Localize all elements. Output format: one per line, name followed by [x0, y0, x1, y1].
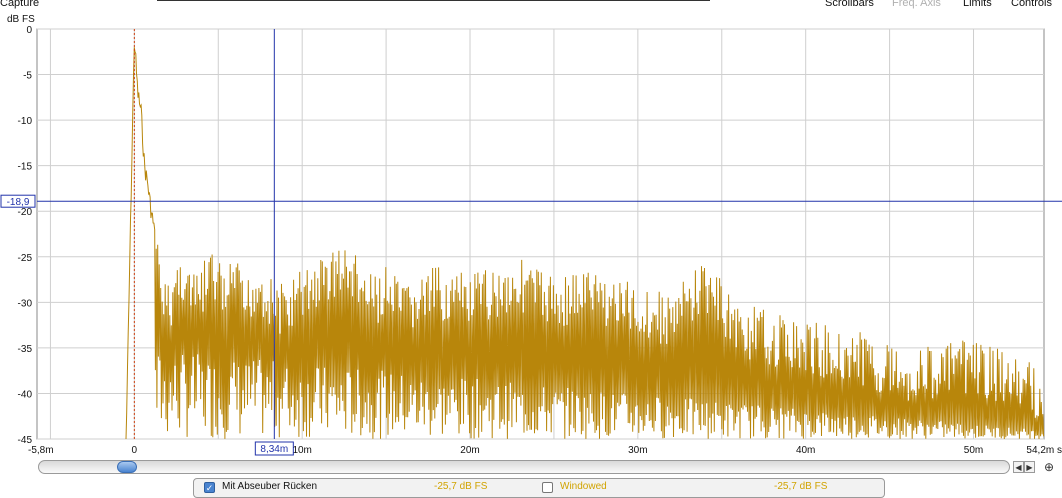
y-tick-label: -35 [18, 344, 33, 355]
windowed-value: -25,7 dB FS [774, 481, 828, 492]
mit-checkbox[interactable]: ✓ [204, 482, 215, 493]
x-tick-label: 50m [964, 445, 983, 456]
impulse-response-graph[interactable]: 0-5-10-15-20-25-30-35-40-45-5,8m 0 10m 20m 3… [0, 0, 1062, 460]
y-tick-label: -20 [18, 207, 33, 218]
x-tick-label: 30m [628, 445, 647, 456]
x-tick-label: 10m [292, 445, 311, 456]
cursor-y-readout: -18,9 [7, 197, 30, 208]
y-tick-label: -5 [23, 71, 32, 82]
x-tick-label: -5,8m [28, 445, 54, 456]
y-tick-label: -15 [18, 162, 33, 173]
mit-value: -25,7 dB FS [434, 481, 488, 492]
windowed-checkbox[interactable] [542, 482, 553, 493]
y-tick-label: -25 [18, 253, 33, 264]
horizontal-scrollbar[interactable] [38, 460, 1010, 474]
mit-label: Mit Abseuber Rücken [222, 481, 318, 492]
x-tick-label: 20m [460, 445, 479, 456]
windowed-label: Windowed [560, 481, 607, 492]
scrollbar-thumb[interactable] [117, 461, 137, 473]
scroll-left-icon[interactable]: ◀ [1013, 461, 1024, 473]
y-tick-label: -10 [18, 116, 33, 127]
cursor-x-readout: 8,34m [260, 444, 288, 455]
x-tick-label: 0 [132, 445, 138, 456]
y-tick-label: -30 [18, 298, 33, 309]
x-tick-label: 40m [796, 445, 815, 456]
scroll-right-icon[interactable]: ▶ [1024, 461, 1035, 473]
y-tick-label: 0 [26, 25, 32, 36]
zoom-in-icon[interactable]: ⊕ [1044, 460, 1054, 474]
x-tick-label: 54,2m s [1026, 445, 1062, 456]
y-tick-label: -40 [18, 389, 33, 400]
